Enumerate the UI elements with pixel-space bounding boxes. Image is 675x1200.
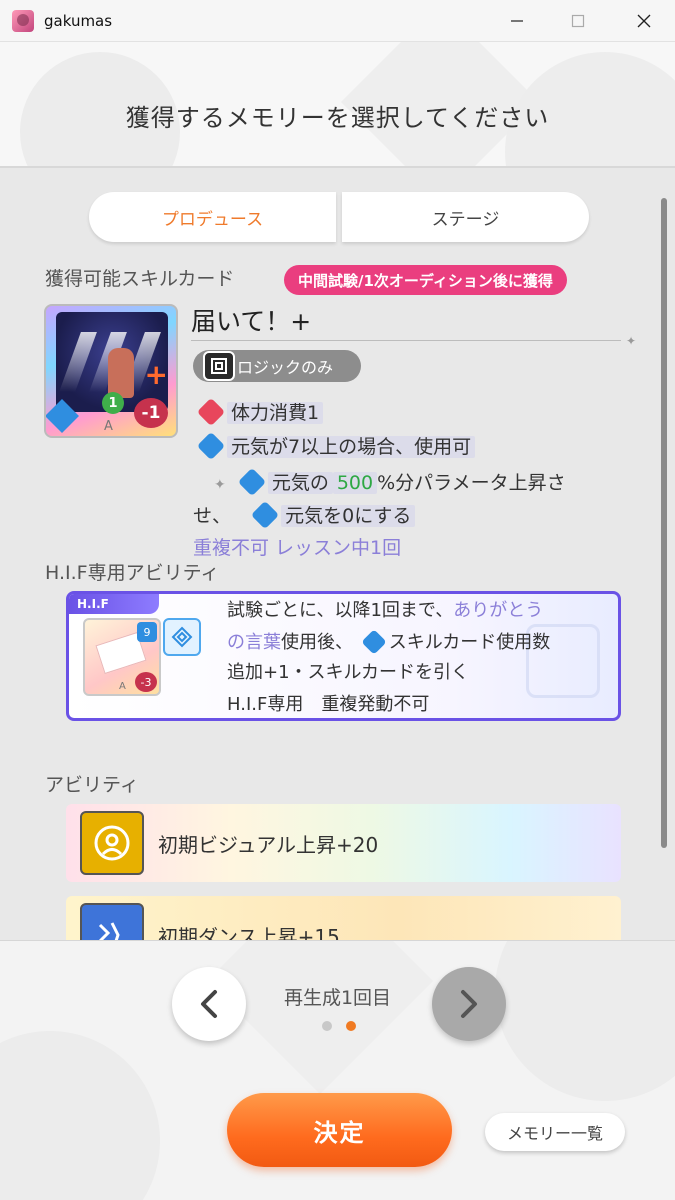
sparkle-icon: ✦ [626,334,637,348]
regeneration-count: 再生成1回目 [283,987,392,1009]
page-dot-active [346,1021,356,1031]
effect-line-4: せ、 元気を0にする [193,500,416,530]
tab-bar: プロデュース ステージ [89,192,589,242]
skill-card-note: 重複不可 レッスン中1回 [193,537,402,559]
effect-line-1: 体力消費1 [196,397,324,427]
page-dot [322,1021,332,1031]
card-cost-badge: -1 [134,398,168,428]
genki-icon [237,467,266,497]
genki-icon [196,431,226,461]
effect-line-3: ✦ 元気の 500 %分パラメータ上昇さ [214,467,566,497]
divider [191,340,621,341]
dance-icon [80,903,144,940]
logic-icon [211,358,227,374]
visual-icon [80,811,144,875]
sparkle-icon: ✦ [214,477,226,493]
hif-ability-panel[interactable]: H.I.F 9 A -3 試験ごとに、以降1回まで、ありがとう の言葉使用後、 … [66,591,621,721]
next-button[interactable] [432,967,506,1041]
hif-text-line-2: の言葉使用後、 スキルカード使用数 [227,628,551,655]
hif-text: 追加+1・スキルカードを引く [227,662,469,683]
tab-stage[interactable]: ステージ [342,192,589,242]
hif-text: 使用後、 [281,632,353,653]
genki-icon [250,500,280,530]
effect-text: 元気を0にする [281,505,416,527]
memory-detail-panel[interactable]: プロデュース ステージ 獲得可能スキルカード 中間試験/1次オーディション後に獲… [0,168,675,940]
hif-card-image: 9 A -3 [83,618,161,696]
ability-item-dance[interactable]: 初期ダンス上昇+15 [66,896,621,940]
minimize-button[interactable] [487,0,547,42]
scrollbar[interactable] [661,198,667,848]
page-header: 獲得するメモリーを選択してください [0,42,675,168]
ability-label: 初期ビジュアル上昇+20 [158,832,379,857]
hif-section-label: H.I.F専用アビリティ [45,562,220,584]
ability-section-label: アビリティ [45,774,139,796]
chevron-right-icon [461,990,477,1018]
card-cost-badge: 9 [137,622,157,642]
decide-button[interactable]: 決定 [227,1093,452,1167]
effect-text: 元気の [267,472,333,494]
effect-line-2: 元気が7以上の場合、使用可 [196,431,476,461]
window-titlebar: gakumas [0,0,675,42]
stamina-icon [196,397,226,427]
skill-card-image[interactable]: + 1 A -1 [44,304,178,438]
hif-tag: H.I.F [69,594,159,614]
maximize-button[interactable] [548,0,608,42]
hif-text: H.I.F専用 重複発動不可 [227,694,430,715]
close-button[interactable] [614,0,674,42]
card-rarity: A [104,419,113,434]
card-name-link[interactable]: ありがとう [453,600,543,621]
skill-card-name: 届いて！+ [191,307,312,336]
app-icon [12,9,34,32]
logic-plan-icon [203,351,235,381]
maximize-icon [571,14,585,28]
background-decoration [495,941,675,1101]
card-cost-badge: -3 [135,672,157,692]
hif-text-line-4: H.I.F専用 重複発動不可 [227,690,429,716]
card-name-link[interactable]: の言葉 [227,632,281,653]
window-title: gakumas [44,11,113,30]
idol-figure [108,348,134,398]
ability-label: 初期ダンス上昇+15 [158,924,340,941]
effect-text: %分パラメータ上昇さ [377,472,566,494]
visual-glyph [94,825,130,861]
hif-text-line-1: 試験ごとに、以降1回まで、ありがとう [227,596,543,622]
effect-text: 元気が7以上の場合、使用可 [227,436,476,458]
minimize-icon [511,20,523,22]
skill-count-icon [361,629,387,655]
effect-percent: 500 [332,472,378,494]
effect-text: せ、 [193,505,232,527]
tab-produce[interactable]: プロデュース [89,192,336,242]
background-decoration [0,1031,160,1200]
footer-bar: 再生成1回目 決定 メモリー一覧 [0,940,675,1200]
ability-item-visual[interactable]: 初期ビジュアル上昇+20 [66,804,621,882]
hif-text: スキルカード使用数 [388,632,551,653]
effect-text: 体力消費1 [227,402,324,424]
page-title: 獲得するメモリーを選択してください [125,104,550,132]
diamond-icon [171,626,193,648]
card-rarity: A [119,681,126,692]
card-level-badge: 1 [102,392,124,414]
memory-list-button[interactable]: メモリー一覧 [485,1113,625,1151]
close-icon [637,14,651,28]
hif-ability-icon [163,618,201,656]
dance-glyph [98,922,120,940]
card-plus-mark: + [144,358,168,391]
skill-card-section-label: 獲得可能スキルカード [45,268,235,290]
hif-text-line-3: 追加+1・スキルカードを引く [227,658,469,684]
acquire-timing-badge: 中間試験/1次オーディション後に獲得 [284,265,567,295]
hif-text: 試験ごとに、以降1回まで、 [227,600,454,621]
